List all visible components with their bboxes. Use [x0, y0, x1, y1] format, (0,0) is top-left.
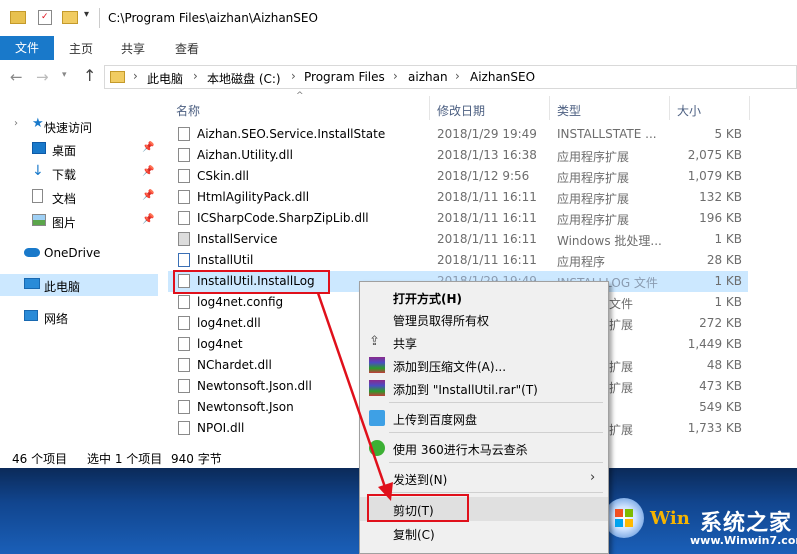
- annotation-arrow: [316, 292, 393, 501]
